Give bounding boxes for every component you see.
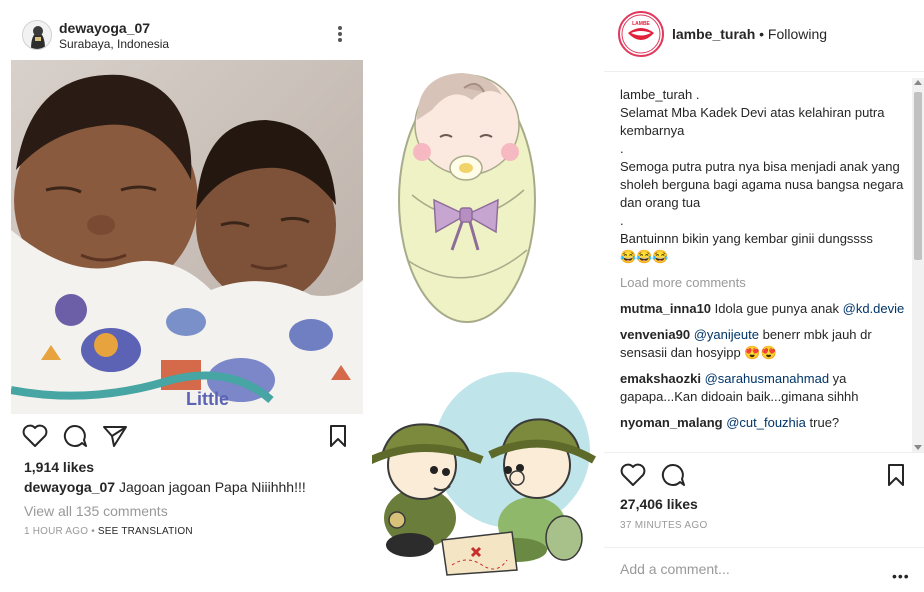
comment-username[interactable]: mutma_inna10 xyxy=(620,301,711,316)
svg-text:Little: Little xyxy=(186,389,229,409)
timestamp-separator: • xyxy=(91,526,95,537)
left-post-actions xyxy=(22,424,352,450)
comment-text: true? xyxy=(805,415,840,430)
left-post: dewayoga_07 Surabaya, Indonesia Little 1… xyxy=(0,0,372,592)
scroll-up-icon[interactable] xyxy=(914,80,922,85)
comment-username[interactable]: emakshaozki xyxy=(620,371,701,386)
right-post-likes[interactable]: 27,406 likes xyxy=(620,496,698,512)
timestamp-text: 1 HOUR AGO xyxy=(24,526,89,537)
right-post-avatar[interactable]: LAMBE xyxy=(618,11,664,57)
baby-explorers-illustration xyxy=(372,372,596,576)
bookmark-icon[interactable] xyxy=(328,424,348,448)
left-post-caption: dewayoga_07 Jagoan jagoan Papa Niiihhh!!… xyxy=(24,479,306,495)
comment-username[interactable]: venvenia90 xyxy=(620,327,690,342)
left-post-header: dewayoga_07 Surabaya, Indonesia xyxy=(0,10,372,60)
comments-list[interactable]: lambe_turah . Selamat Mba Kadek Devi ata… xyxy=(620,86,910,452)
left-post-username[interactable]: dewayoga_07 xyxy=(59,20,150,36)
comment-item: mutma_inna10 Idola gue punya anak @kd.de… xyxy=(620,300,910,318)
scrollbar-thumb[interactable] xyxy=(914,92,922,260)
svg-text:LAMBE: LAMBE xyxy=(632,21,650,27)
right-post-actions xyxy=(620,463,910,489)
right-post-timestamp: 37 MINUTES AGO xyxy=(620,520,708,531)
comment-item: emakshaozki @sarahusmanahmad ya gapapa..… xyxy=(620,370,910,406)
caption-line: Bantuinnn bikin yang kembar ginii dungss… xyxy=(620,231,873,246)
right-post-username[interactable]: lambe_turah xyxy=(672,26,755,42)
comment-icon[interactable] xyxy=(660,463,686,487)
right-post-user-line: lambe_turah • Following xyxy=(672,26,827,42)
caption-line: 😂😂😂 xyxy=(620,249,669,264)
view-all-comments-link[interactable]: View all 135 comments xyxy=(24,503,168,519)
left-post-timestamp: 1 HOUR AGO • SEE TRANSLATION xyxy=(24,526,193,537)
caption-username[interactable]: dewayoga_07 xyxy=(24,479,115,495)
caption-line: . xyxy=(620,141,624,156)
comment-text: Idola gue punya anak xyxy=(714,301,839,316)
comments-scrollbar[interactable] xyxy=(912,78,924,452)
heart-icon[interactable] xyxy=(620,463,646,487)
comment-mention[interactable]: @yanijeute xyxy=(694,327,759,342)
comment-item: nyoman_malang @cut_fouzhia true? xyxy=(620,414,910,432)
caption-username[interactable]: lambe_turah . xyxy=(620,86,910,104)
caption-line: Semoga putra putra nya bisa menjadi anak… xyxy=(620,159,904,210)
add-comment-bar: Add a comment... ••• xyxy=(604,547,924,592)
comment-mention[interactable]: @kd.devie xyxy=(843,301,905,316)
scroll-down-icon[interactable] xyxy=(914,445,922,450)
more-icon[interactable] xyxy=(332,24,348,48)
heart-icon[interactable] xyxy=(22,424,48,448)
left-post-photo: Little xyxy=(11,60,363,414)
left-post-avatar[interactable] xyxy=(22,20,52,50)
left-post-location[interactable]: Surabaya, Indonesia xyxy=(59,37,169,51)
see-translation-link[interactable]: SEE TRANSLATION xyxy=(98,526,193,537)
twins-illustration xyxy=(372,0,604,592)
caption-block: lambe_turah . Selamat Mba Kadek Devi ata… xyxy=(620,86,910,266)
right-post-header: LAMBE lambe_turah • Following xyxy=(604,0,924,72)
caption-line: Selamat Mba Kadek Devi atas kelahiran pu… xyxy=(620,105,885,138)
bookmark-icon[interactable] xyxy=(886,463,906,487)
add-comment-input[interactable]: Add a comment... xyxy=(620,561,730,577)
comment-mention[interactable]: @cut_fouzhia xyxy=(726,415,806,430)
left-post-likes[interactable]: 1,914 likes xyxy=(24,459,94,475)
comment-mention[interactable]: @sarahusmanahmad xyxy=(705,371,829,386)
right-post-footer: 27,406 likes 37 MINUTES AGO Add a commen… xyxy=(604,452,924,592)
load-more-comments-button[interactable]: Load more comments xyxy=(620,274,910,292)
caption-text: Jagoan jagoan Papa Niiihhh!!! xyxy=(118,479,306,495)
share-icon[interactable] xyxy=(102,424,128,448)
right-post-panel: LAMBE lambe_turah • Following lambe_tura… xyxy=(604,0,924,592)
caption-line: . xyxy=(620,213,624,228)
comment-username[interactable]: nyoman_malang xyxy=(620,415,723,430)
more-options-icon[interactable]: ••• xyxy=(892,568,910,584)
follow-status[interactable]: • Following xyxy=(759,26,827,42)
comment-item: venvenia90 @yanijeute benerr mbk jauh dr… xyxy=(620,326,910,362)
swaddled-baby-illustration xyxy=(398,73,536,323)
comment-icon[interactable] xyxy=(62,424,88,448)
